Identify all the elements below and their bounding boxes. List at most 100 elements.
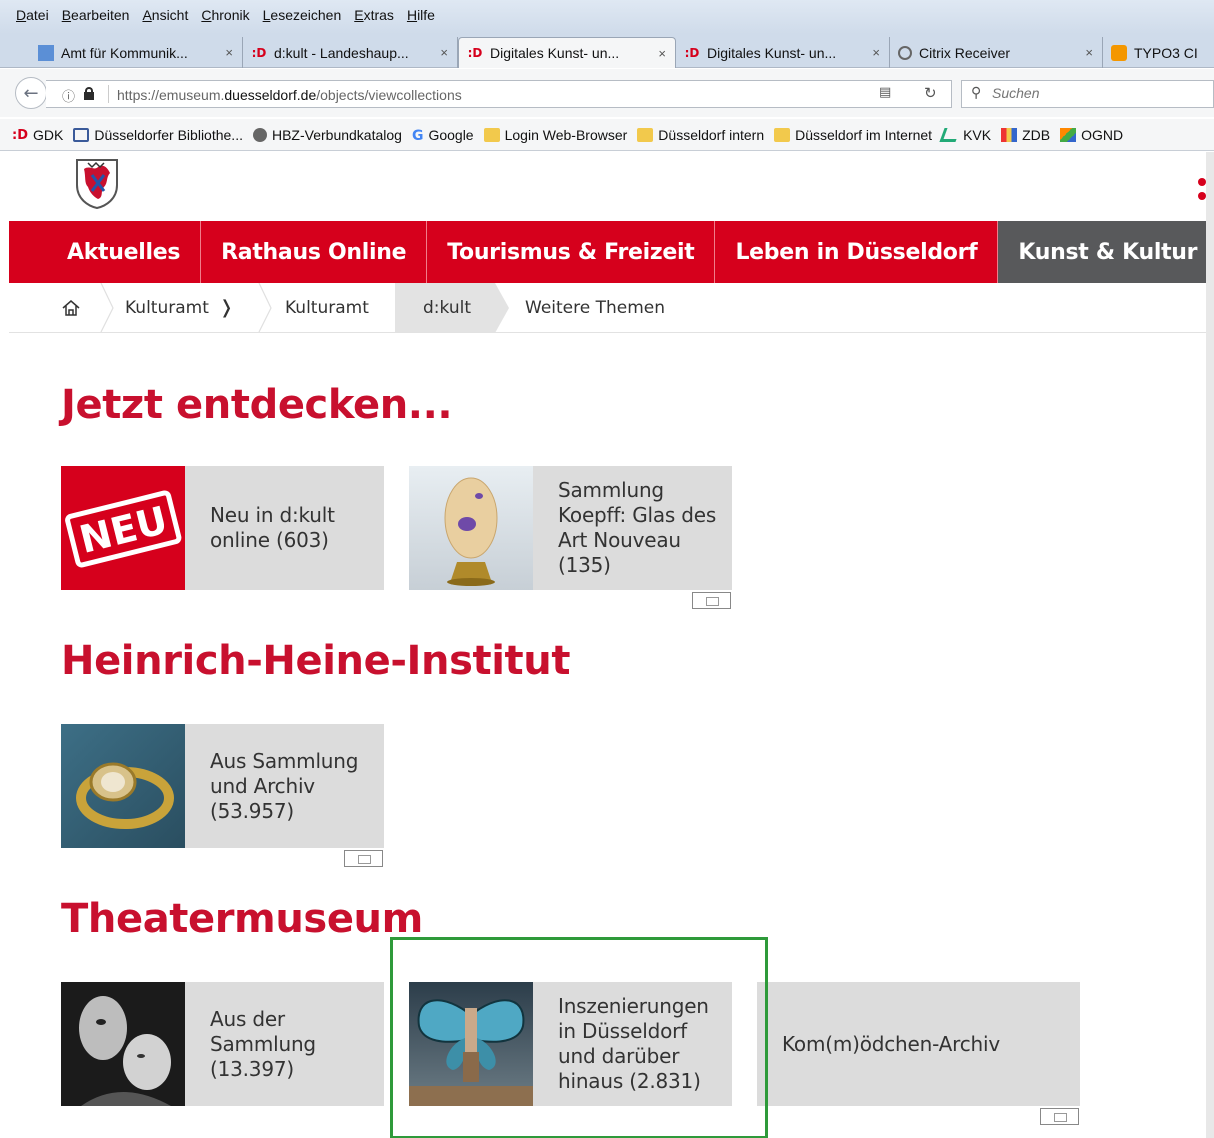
card-label: Inszenierungen in Düsseldorf und darüber…	[558, 994, 709, 1093]
bookmark-label: Düsseldorf im Internet	[795, 126, 933, 143]
glass-vase-image	[409, 466, 533, 590]
menu-hilfe[interactable]: Hilfe	[407, 7, 435, 23]
collection-card-theater-sammlung[interactable]: Aus der Sammlung (13.397)	[61, 982, 384, 1106]
bookmark-ognd[interactable]: OGND	[1060, 127, 1123, 143]
bookmark-label: KVK	[963, 126, 992, 143]
bookmark-bibliothek[interactable]: Düsseldorfer Bibliothe...	[73, 127, 243, 143]
breadcrumb-separator	[100, 283, 114, 332]
nav-aktuelles[interactable]: Aktuelles	[9, 221, 202, 283]
reload-icon[interactable]: ↻	[924, 84, 937, 102]
amt-favicon-icon	[38, 44, 54, 61]
kvk-icon	[939, 127, 961, 142]
bookmarks-toolbar: :D GDK Düsseldorfer Bibliothe... HBZ-Verb…	[0, 119, 1214, 151]
info-icon[interactable]: ⓘ	[62, 86, 75, 105]
typo3-favicon-icon	[1111, 44, 1127, 61]
tab-title: Digitales Kunst- un...	[707, 44, 837, 61]
bookmark-internet[interactable]: Düsseldorf im Internet	[774, 127, 932, 143]
collection-card-inszenierungen[interactable]: Inszenierungen in Düsseldorf und darüber…	[409, 982, 732, 1106]
back-arrow-icon: ←	[23, 82, 39, 104]
bookmark-label: Google	[428, 126, 474, 143]
tab-title: Amt für Kommunik...	[61, 44, 188, 61]
breadcrumb-kulturamt-1[interactable]: Kulturamt ❭	[125, 283, 234, 332]
menu-lesezeichen[interactable]: Lesezeichen	[263, 7, 342, 23]
menu-chronik[interactable]: Chronik	[201, 7, 249, 23]
bookmark-label: GDK	[33, 126, 64, 143]
reader-view-icon[interactable]: ▤	[879, 85, 891, 100]
bookmark-kvk[interactable]: KVK	[939, 126, 992, 143]
card-license-tag[interactable]	[692, 592, 731, 609]
menu-bar: Datei Bearbeiten Ansicht Chronik Lesezei…	[0, 0, 1214, 34]
close-tab-icon[interactable]: ×	[1085, 45, 1093, 60]
folder-icon	[774, 127, 791, 142]
bookmark-zdb[interactable]: ZDB	[1001, 127, 1050, 143]
navigation-toolbar: ← ⓘ https://emuseum.duesseldorf.de/objec…	[0, 69, 1214, 117]
site-header	[9, 152, 1206, 221]
breadcrumb-kulturamt-2[interactable]: Kulturamt	[285, 283, 369, 332]
home-icon[interactable]	[61, 298, 81, 318]
collection-card-kommoedchen[interactable]: Kom(m)ödchen-Archiv	[757, 982, 1080, 1106]
back-button[interactable]: ←	[15, 77, 47, 109]
section-title-heinrich-heine-institut: Heinrich-Heine-Institut	[61, 638, 571, 684]
breadcrumb-dkult[interactable]: d:kult	[395, 283, 495, 332]
tab-amt[interactable]: Amt für Kommunik... ×	[30, 37, 243, 68]
ring-photo-image	[61, 724, 185, 848]
bookmark-intern[interactable]: Düsseldorf intern	[637, 127, 764, 143]
scrollbar[interactable]	[1206, 152, 1214, 1138]
close-tab-icon[interactable]: ×	[440, 45, 448, 60]
svg-text:NEU: NEU	[75, 498, 172, 562]
zdb-icon	[1001, 127, 1018, 142]
url-text[interactable]: https://emuseum.duesseldorf.de/objects/v…	[117, 87, 462, 103]
close-tab-icon[interactable]: ×	[872, 45, 880, 60]
tab-dkult[interactable]: :D d:kult - Landeshaup... ×	[243, 37, 458, 68]
collection-card-neu[interactable]: NEU Neu in d:kult online (603)	[61, 466, 384, 590]
collection-card-heine-archiv[interactable]: Aus Sammlung und Archiv (53.957)	[61, 724, 384, 848]
theatre-faces-image	[61, 982, 185, 1106]
card-label: Neu in d:kult online (603)	[210, 503, 335, 552]
d-favicon-icon: :D	[467, 46, 483, 60]
card-license-tag[interactable]	[1040, 1108, 1079, 1125]
nav-rathaus-online[interactable]: Rathaus Online	[201, 221, 428, 283]
menu-ansicht[interactable]: Ansicht	[142, 7, 188, 23]
library-icon	[73, 127, 90, 142]
close-tab-icon[interactable]: ×	[658, 46, 666, 61]
card-label: Kom(m)ödchen-Archiv	[782, 1031, 1001, 1056]
nav-kunst-kultur[interactable]: Kunst & Kultur	[998, 221, 1206, 283]
main-navigation: Aktuelles Rathaus Online Tourismus & Fre…	[9, 221, 1206, 283]
tab-digitales[interactable]: :D Digitales Kunst- un... ×	[676, 37, 890, 68]
card-license-tag[interactable]	[344, 850, 383, 867]
menu-datei[interactable]: Datei	[16, 7, 49, 23]
tab-bar: Amt für Kommunik... × :D d:kult - Landes…	[0, 34, 1214, 68]
tab-typo3[interactable]: TYPO3 CI	[1103, 37, 1214, 68]
card-label: Sammlung Koepff: Glas des Art Nouveau (1…	[558, 478, 717, 577]
breadcrumb-arrow	[495, 283, 509, 333]
tab-title: Digitales Kunst- un...	[490, 45, 620, 61]
close-tab-icon[interactable]: ×	[225, 45, 233, 60]
tab-digitales-active[interactable]: :D Digitales Kunst- un... ×	[458, 37, 676, 68]
google-icon: G	[411, 127, 424, 144]
citrix-favicon-icon	[898, 45, 912, 60]
nav-leben-in-duesseldorf[interactable]: Leben in Düsseldorf	[715, 221, 999, 283]
coat-of-arms-logo[interactable]	[74, 157, 120, 209]
bookmark-label: Düsseldorfer Bibliothe...	[94, 126, 243, 143]
nav-tourismus-freizeit[interactable]: Tourismus & Freizeit	[427, 221, 716, 283]
search-input[interactable]	[992, 85, 1192, 101]
chevron-right-icon: ❭	[218, 297, 234, 318]
bookmark-login[interactable]: Login Web-Browser	[483, 127, 627, 143]
d-favicon-icon: :D	[684, 45, 700, 60]
section-title-jetzt-entdecken: Jetzt entdecken...	[61, 382, 453, 428]
more-menu-icon[interactable]	[1198, 178, 1206, 206]
menu-extras[interactable]: Extras	[354, 7, 394, 23]
menu-bearbeiten[interactable]: Bearbeiten	[62, 7, 130, 23]
address-bar[interactable]: ⓘ https://emuseum.duesseldorf.de/objects…	[46, 80, 952, 108]
bookmark-google[interactable]: G Google	[411, 126, 474, 144]
tab-title: TYPO3 CI	[1134, 44, 1198, 61]
bookmark-hbz[interactable]: HBZ-Verbundkatalog	[252, 127, 402, 143]
d-icon: :D	[12, 127, 28, 143]
bookmark-label: Düsseldorf intern	[658, 126, 765, 143]
folder-icon	[483, 127, 500, 142]
breadcrumb-weitere-themen[interactable]: Weitere Themen	[525, 283, 665, 332]
tab-citrix[interactable]: Citrix Receiver ×	[890, 37, 1103, 68]
bookmark-gdk[interactable]: :D GDK	[12, 127, 63, 143]
search-box[interactable]: ⚲	[961, 80, 1214, 108]
collection-card-koepff[interactable]: Sammlung Koepff: Glas des Art Nouveau (1…	[409, 466, 732, 590]
